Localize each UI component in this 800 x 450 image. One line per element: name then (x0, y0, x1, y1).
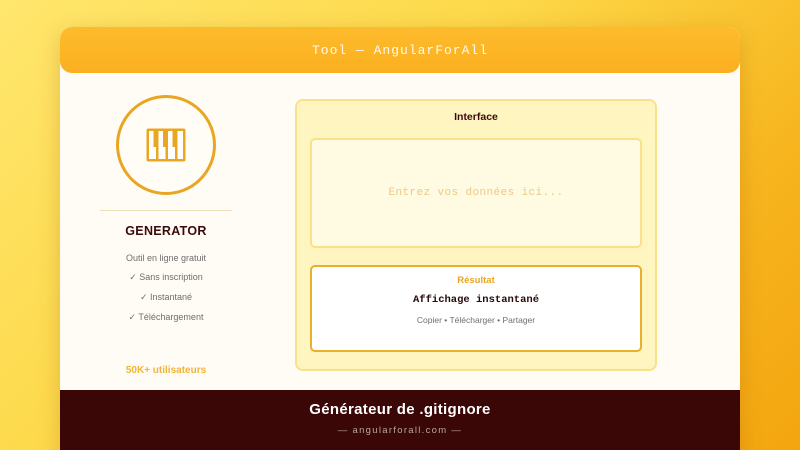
feature-item: ✓ Sans inscription (129, 272, 203, 282)
title-bar: Tool — AngularForAll (60, 27, 740, 73)
feature-item: ✓ Instantané (139, 292, 193, 302)
feature-item: ✓ Téléchargement (128, 312, 204, 322)
result-output: Affichage instantané (412, 294, 540, 306)
sidebar: GENERATOR Outil en ligne gratuit ✓ Sans … (100, 95, 232, 376)
data-input[interactable]: Entrez vos données ici... (310, 138, 642, 248)
sidebar-divider (100, 210, 232, 211)
interface-panel: Interface Entrez vos données ici... Résu… (295, 99, 657, 371)
tool-tagline: Outil en ligne gratuit (125, 253, 207, 263)
footer: Générateur de .gitignore — angularforall… (60, 390, 740, 450)
footer-site: — angularforall.com — (337, 425, 463, 436)
logo (116, 95, 216, 195)
piano-keys-icon (146, 128, 186, 162)
panel-title: Interface (454, 111, 498, 123)
result-label: Résultat (457, 275, 495, 286)
window-title: Tool — AngularForAll (311, 42, 489, 58)
footer-title: Générateur de .gitignore (309, 401, 491, 418)
app-window: Tool — AngularForAll GENERATOR Outil en … (60, 27, 740, 450)
result-box: Résultat Affichage instantané Copier • T… (310, 265, 642, 352)
users-count: 50K+ utilisateurs (125, 365, 207, 376)
tool-name: GENERATOR (125, 224, 207, 238)
result-actions: Copier • Télécharger • Partager (416, 315, 536, 325)
